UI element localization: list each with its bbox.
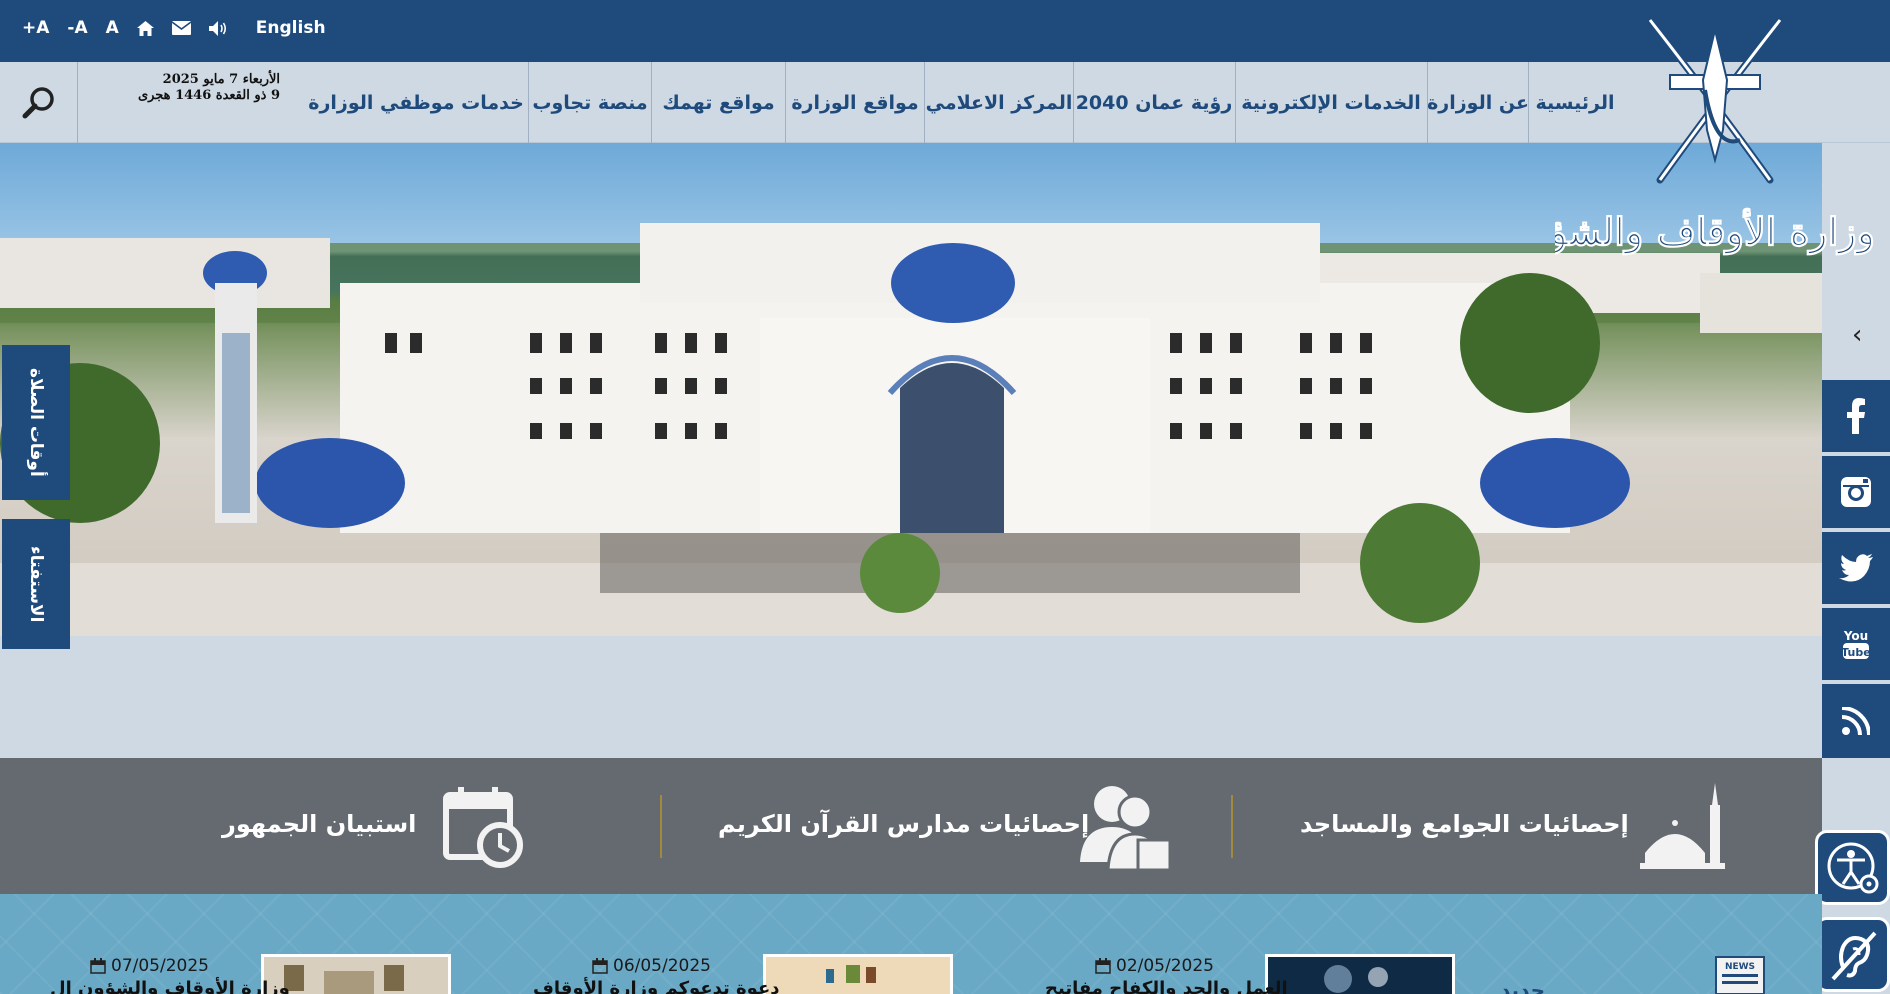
nav-about[interactable]: عن الوزارة	[1427, 62, 1529, 143]
calendar-icon	[90, 958, 106, 974]
news-item-title[interactable]: وزارة الأوقاف والشؤون ال	[50, 978, 290, 994]
stats-divider	[1231, 795, 1233, 858]
prayer-times-label: أوقات الصلاة	[26, 368, 46, 477]
logo-lettering: وزارة الأوقاف والشؤون الدينية	[1555, 207, 1875, 255]
news-item-title[interactable]: العمل والجد والكفاح مفاتيح	[1045, 978, 1288, 994]
home-icon[interactable]	[136, 20, 154, 36]
youtube-button[interactable]: You Tube	[1822, 608, 1890, 682]
instagram-button[interactable]	[1822, 456, 1890, 530]
quran-schools-statistics-link[interactable]: إحصائيات مدارس القرآن الكريم	[718, 810, 1089, 838]
nav-sites-of-interest[interactable]: مواقع تهمك	[652, 62, 785, 143]
prayer-times-tab[interactable]: أوقات الصلاة	[2, 345, 70, 500]
nav-employee-services[interactable]: خدمات موظفي الوزارة	[305, 62, 527, 143]
nav-divider	[924, 62, 925, 143]
svg-text:You: You	[1843, 629, 1868, 643]
public-survey-link[interactable]: استبيان الجمهور	[222, 810, 416, 838]
nav-tajawob[interactable]: منصة تجاوب	[529, 62, 651, 143]
search-button[interactable]	[0, 62, 78, 143]
nav-divider	[528, 62, 529, 143]
stats-divider	[660, 795, 662, 858]
news-date: 07/05/2025	[90, 956, 209, 976]
ministry-logo[interactable]: وزارة الأوقاف والشؤون الدينية	[1393, 10, 1885, 260]
nav-divider	[1427, 62, 1428, 143]
news-thumbnail[interactable]	[763, 954, 953, 994]
nav-eservices[interactable]: الخدمات الإلكترونية	[1236, 62, 1426, 143]
hero-placeholder-area	[0, 636, 1822, 758]
hero-image	[0, 143, 1822, 636]
nav-vision-2040[interactable]: رؤية عمان 2040	[1074, 62, 1234, 143]
accessibility-toolbar: +A -A A English	[22, 18, 326, 38]
nav-divider	[651, 62, 652, 143]
ministry-building-image	[0, 223, 1822, 636]
date-display: الأربعاء 7 مايو 2025 9 ذو القعدة 1446 هج…	[120, 72, 280, 104]
news-date: 02/05/2025	[1095, 956, 1214, 976]
news-section-title: جديد	[1500, 978, 1546, 994]
gregorian-date: الأربعاء 7 مايو 2025	[162, 72, 280, 87]
youtube-icon: You Tube	[1841, 629, 1871, 659]
fatwa-tab[interactable]: الاستفتاء	[2, 519, 70, 649]
news-date-text: 07/05/2025	[111, 956, 209, 976]
instagram-icon	[1841, 477, 1871, 507]
hijri-date: 9 ذو القعدة 1446 هجرى	[137, 88, 280, 103]
facebook-button[interactable]	[1822, 380, 1890, 454]
reset-font-button[interactable]: A	[106, 18, 119, 38]
calendar-icon	[592, 958, 608, 974]
mosques-statistics-link[interactable]: إحصائيات الجوامع والمساجد	[1300, 810, 1629, 838]
newspaper-icon: NEWS	[1715, 956, 1765, 994]
search-icon	[22, 86, 54, 118]
increase-font-button[interactable]: +A	[22, 18, 49, 38]
calendar-clock-icon[interactable]	[442, 785, 524, 869]
language-switch[interactable]: English	[256, 18, 326, 38]
nav-divider	[1235, 62, 1236, 143]
twitter-button[interactable]	[1822, 532, 1890, 606]
rss-icon	[1842, 707, 1870, 735]
mosque-icon[interactable]	[1640, 775, 1730, 875]
hearing-assist-button[interactable]	[1815, 917, 1890, 992]
accessibility-icon	[1827, 842, 1878, 893]
rss-button[interactable]	[1822, 684, 1890, 760]
svg-text:NEWS: NEWS	[1725, 962, 1755, 972]
news-date-text: 02/05/2025	[1116, 956, 1214, 976]
speaker-icon[interactable]	[208, 20, 228, 36]
nav-ministry-sites[interactable]: مواقع الوزارة	[786, 62, 924, 143]
oman-emblem: وزارة الأوقاف والشؤون الدينية	[1393, 16, 1876, 256]
quran-school-people-icon[interactable]	[1080, 782, 1172, 872]
decrease-font-button[interactable]: -A	[67, 18, 87, 38]
news-date-text: 06/05/2025	[613, 956, 711, 976]
hearing-impaired-icon	[1831, 931, 1876, 980]
mail-icon[interactable]	[171, 21, 191, 35]
facebook-icon	[1847, 398, 1865, 434]
news-thumbnail[interactable]	[1265, 954, 1455, 994]
accessibility-settings-button[interactable]	[1815, 830, 1890, 905]
news-item-title[interactable]: دعوة تدعوكم وزارة الأوقاف	[533, 978, 780, 994]
nav-divider	[1073, 62, 1074, 143]
nav-media-center[interactable]: المركز الاعلامي	[925, 62, 1073, 143]
fatwa-label: الاستفتاء	[26, 545, 46, 623]
nav-divider	[785, 62, 786, 143]
news-date: 06/05/2025	[592, 956, 711, 976]
svg-text:Tube: Tube	[1841, 646, 1870, 659]
calendar-icon	[1095, 958, 1111, 974]
twitter-icon	[1839, 554, 1873, 582]
slider-prev-arrow[interactable]: ‹	[1852, 320, 1862, 350]
